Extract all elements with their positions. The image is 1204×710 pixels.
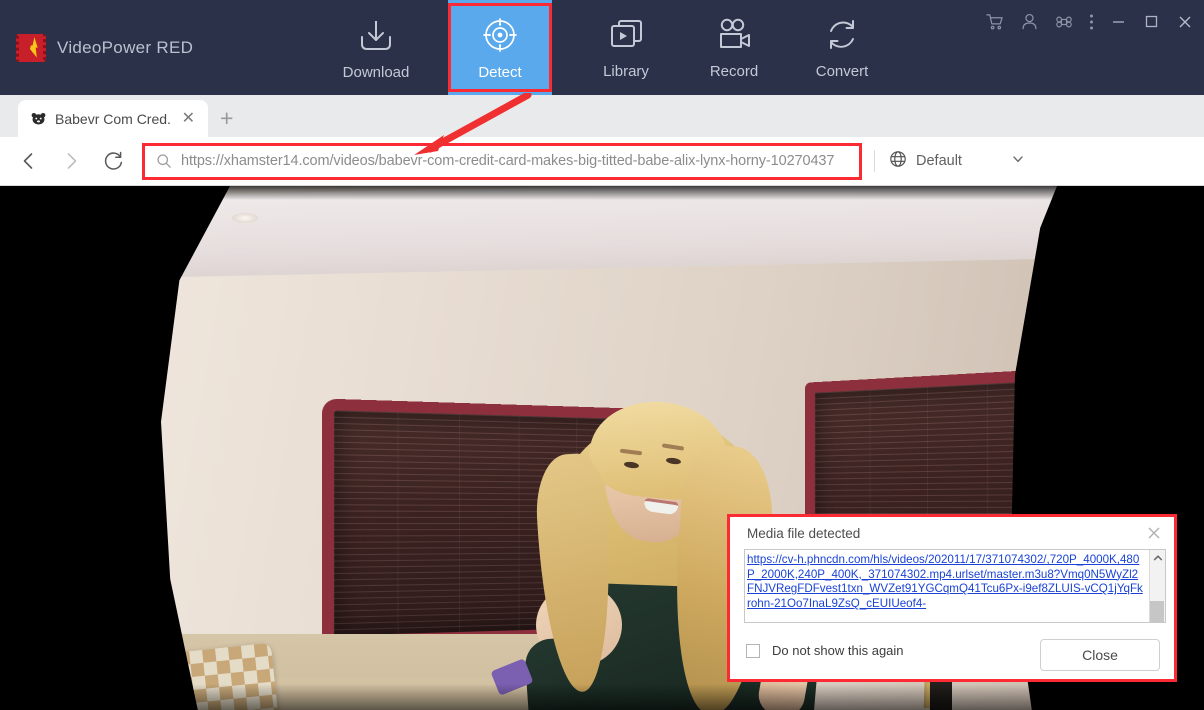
record-camera-icon [713, 16, 755, 54]
nav-label-library: Library [603, 62, 649, 80]
globe-icon [889, 150, 907, 173]
cart-icon[interactable] [985, 12, 1004, 31]
url-input-container[interactable]: https://xhamster14.com/videos/babevr-com… [142, 142, 862, 180]
detected-url-box[interactable]: https://cv-h.phncdn.com/hls/videos/20201… [744, 549, 1166, 623]
nav-item-convert[interactable]: Convert [788, 0, 896, 95]
do-not-show-again-label: Do not show this again [772, 643, 904, 658]
forward-button[interactable] [50, 141, 92, 181]
scene-ceiling-light [232, 213, 258, 223]
reload-button[interactable] [92, 141, 134, 181]
maximize-icon[interactable] [1143, 13, 1160, 30]
brand: VideoPower RED [16, 33, 316, 62]
nav-item-download[interactable]: Download [322, 0, 430, 95]
browser-tab[interactable]: Babevr Com Cred... ✕ [18, 100, 208, 137]
close-icon[interactable] [1176, 13, 1194, 31]
more-menu-icon[interactable] [1089, 13, 1094, 31]
engine-selector[interactable]: Default [875, 145, 1037, 178]
app-logo-icon [16, 33, 46, 62]
do-not-show-again-row[interactable]: Do not show this again [746, 643, 904, 658]
window-controls [985, 12, 1194, 31]
dialog-title: Media file detected [747, 526, 861, 541]
nav-label-convert: Convert [815, 62, 869, 80]
app-title: VideoPower RED [57, 37, 194, 57]
search-icon [156, 153, 172, 169]
media-detected-dialog: Media file detected https://cv-h.phncdn.… [727, 514, 1177, 682]
vr-vignette-top [0, 186, 1204, 200]
xhamster-favicon [30, 110, 47, 127]
nav-item-record[interactable]: Record [680, 0, 788, 95]
detect-target-icon [480, 15, 520, 55]
minimize-icon[interactable] [1110, 13, 1127, 30]
nav-label-download: Download [342, 63, 410, 81]
detected-url-link[interactable]: https://cv-h.phncdn.com/hls/videos/20201… [745, 550, 1149, 622]
dialog-close-icon[interactable] [1142, 521, 1166, 545]
apps-grid-icon[interactable] [1055, 13, 1073, 31]
scrollbar-thumb[interactable] [1150, 601, 1164, 622]
tab-strip: Babevr Com Cred... ✕ + [0, 95, 1204, 137]
main-nav: Download Detect Library Record Convert [322, 0, 896, 95]
library-play-icon [606, 16, 646, 54]
vr-vignette-bottom [0, 684, 1204, 710]
tab-title: Babevr Com Cred... [55, 110, 171, 127]
chevron-up-icon[interactable] [1150, 550, 1165, 566]
new-tab-button[interactable]: + [220, 107, 233, 130]
nav-item-detect[interactable]: Detect [448, 0, 552, 95]
tab-close-icon[interactable]: ✕ [179, 109, 198, 129]
nav-item-library[interactable]: Library [572, 0, 680, 95]
url-input[interactable]: https://xhamster14.com/videos/babevr-com… [181, 153, 859, 169]
chevron-down-icon[interactable] [1011, 152, 1025, 171]
convert-refresh-icon [822, 16, 862, 54]
account-icon[interactable] [1020, 12, 1039, 31]
nav-label-record: Record [709, 62, 759, 80]
download-icon [355, 15, 397, 55]
do-not-show-again-checkbox[interactable] [746, 643, 760, 658]
back-button[interactable] [8, 141, 50, 181]
top-toolbar: VideoPower RED Download Detect Library R… [0, 0, 1204, 95]
nav-label-detect: Detect [478, 63, 522, 81]
dialog-close-button[interactable]: Close [1040, 639, 1160, 671]
address-bar: https://xhamster14.com/videos/babevr-com… [0, 137, 1204, 186]
engine-label: Default [916, 153, 962, 169]
application-window: VideoPower RED Download Detect Library R… [0, 0, 1204, 710]
